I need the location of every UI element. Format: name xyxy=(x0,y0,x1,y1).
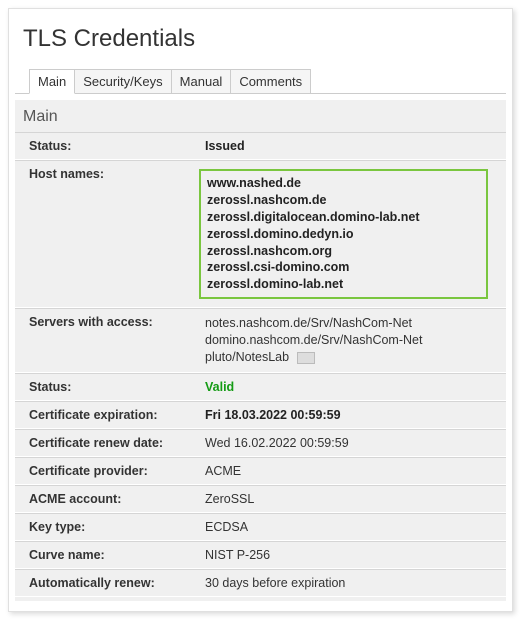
tab-manual[interactable]: Manual xyxy=(172,69,232,93)
row-status-issued: Status: Issued xyxy=(15,132,506,160)
hostname-item: zerossl.nashcom.de xyxy=(207,192,478,209)
label-key-type: Key type: xyxy=(15,514,205,540)
server-picker-button[interactable] xyxy=(297,352,315,364)
server-item: notes.nashcom.de/Srv/NashCom-Net xyxy=(205,315,496,332)
value-hostnames: www.nashed.de zerossl.nashcom.de zerossl… xyxy=(205,161,506,307)
tab-strip: Main Security/Keys Manual Comments xyxy=(15,69,506,94)
row-cert-expiration: Certificate expiration: Fri 18.03.2022 0… xyxy=(15,401,506,429)
label-provider: Certificate provider: xyxy=(15,458,205,484)
row-provider: Certificate provider: ACME xyxy=(15,457,506,485)
server-item-text: pluto/NotesLab xyxy=(205,350,289,364)
value-cert-renew: Wed 16.02.2022 00:59:59 xyxy=(205,430,506,456)
value-acme-account: ZeroSSL xyxy=(205,486,506,512)
value-status-issued: Issued xyxy=(205,133,506,159)
row-auto-renew: Automatically renew: 30 days before expi… xyxy=(15,569,506,597)
label-hostnames: Host names: xyxy=(15,161,205,307)
row-curve: Curve name: NIST P-256 xyxy=(15,541,506,569)
page-title: TLS Credentials xyxy=(9,19,512,69)
tab-main[interactable]: Main xyxy=(29,69,75,94)
hostname-item: zerossl.domino.dedyn.io xyxy=(207,226,478,243)
hostnames-highlight-box: www.nashed.de zerossl.nashcom.de zerossl… xyxy=(199,169,488,299)
value-status-valid: Valid xyxy=(205,374,506,400)
hostname-item: zerossl.domino-lab.net xyxy=(207,276,478,293)
row-cert-renew: Certificate renew date: Wed 16.02.2022 0… xyxy=(15,429,506,457)
label-acme-account: ACME account: xyxy=(15,486,205,512)
hostname-item: zerossl.digitalocean.domino-lab.net xyxy=(207,209,478,226)
label-status: Status: xyxy=(15,133,205,159)
hostname-item: zerossl.nashcom.org xyxy=(207,243,478,260)
value-cert-expiration: Fri 18.03.2022 00:59:59 xyxy=(205,402,506,428)
value-key-type: ECDSA xyxy=(205,514,506,540)
row-hostnames: Host names: www.nashed.de zerossl.nashco… xyxy=(15,160,506,308)
tab-comments[interactable]: Comments xyxy=(231,69,311,93)
label-status-valid: Status: xyxy=(15,374,205,400)
label-curve: Curve name: xyxy=(15,542,205,568)
credentials-panel: TLS Credentials Main Security/Keys Manua… xyxy=(8,8,513,612)
hostname-item: www.nashed.de xyxy=(207,175,478,192)
value-provider: ACME xyxy=(205,458,506,484)
server-item: pluto/NotesLab xyxy=(205,349,496,366)
value-servers: notes.nashcom.de/Srv/NashCom-Net domino.… xyxy=(205,309,506,372)
label-servers: Servers with access: xyxy=(15,309,205,372)
row-status-valid: Status: Valid xyxy=(15,373,506,401)
value-curve: NIST P-256 xyxy=(205,542,506,568)
row-acme-account: ACME account: ZeroSSL xyxy=(15,485,506,513)
row-key-type: Key type: ECDSA xyxy=(15,513,506,541)
server-item: domino.nashcom.de/Srv/NashCom-Net xyxy=(205,332,496,349)
label-auto-renew: Automatically renew: xyxy=(15,570,205,596)
value-auto-renew: 30 days before expiration xyxy=(205,570,506,596)
label-cert-expiration: Certificate expiration: xyxy=(15,402,205,428)
section-title: Main xyxy=(15,100,506,132)
tab-security-keys[interactable]: Security/Keys xyxy=(75,69,171,93)
tab-body-main: Main Status: Issued Host names: www.nash… xyxy=(15,100,506,601)
label-cert-renew: Certificate renew date: xyxy=(15,430,205,456)
hostname-item: zerossl.csi-domino.com xyxy=(207,259,478,276)
row-servers: Servers with access: notes.nashcom.de/Sr… xyxy=(15,308,506,373)
